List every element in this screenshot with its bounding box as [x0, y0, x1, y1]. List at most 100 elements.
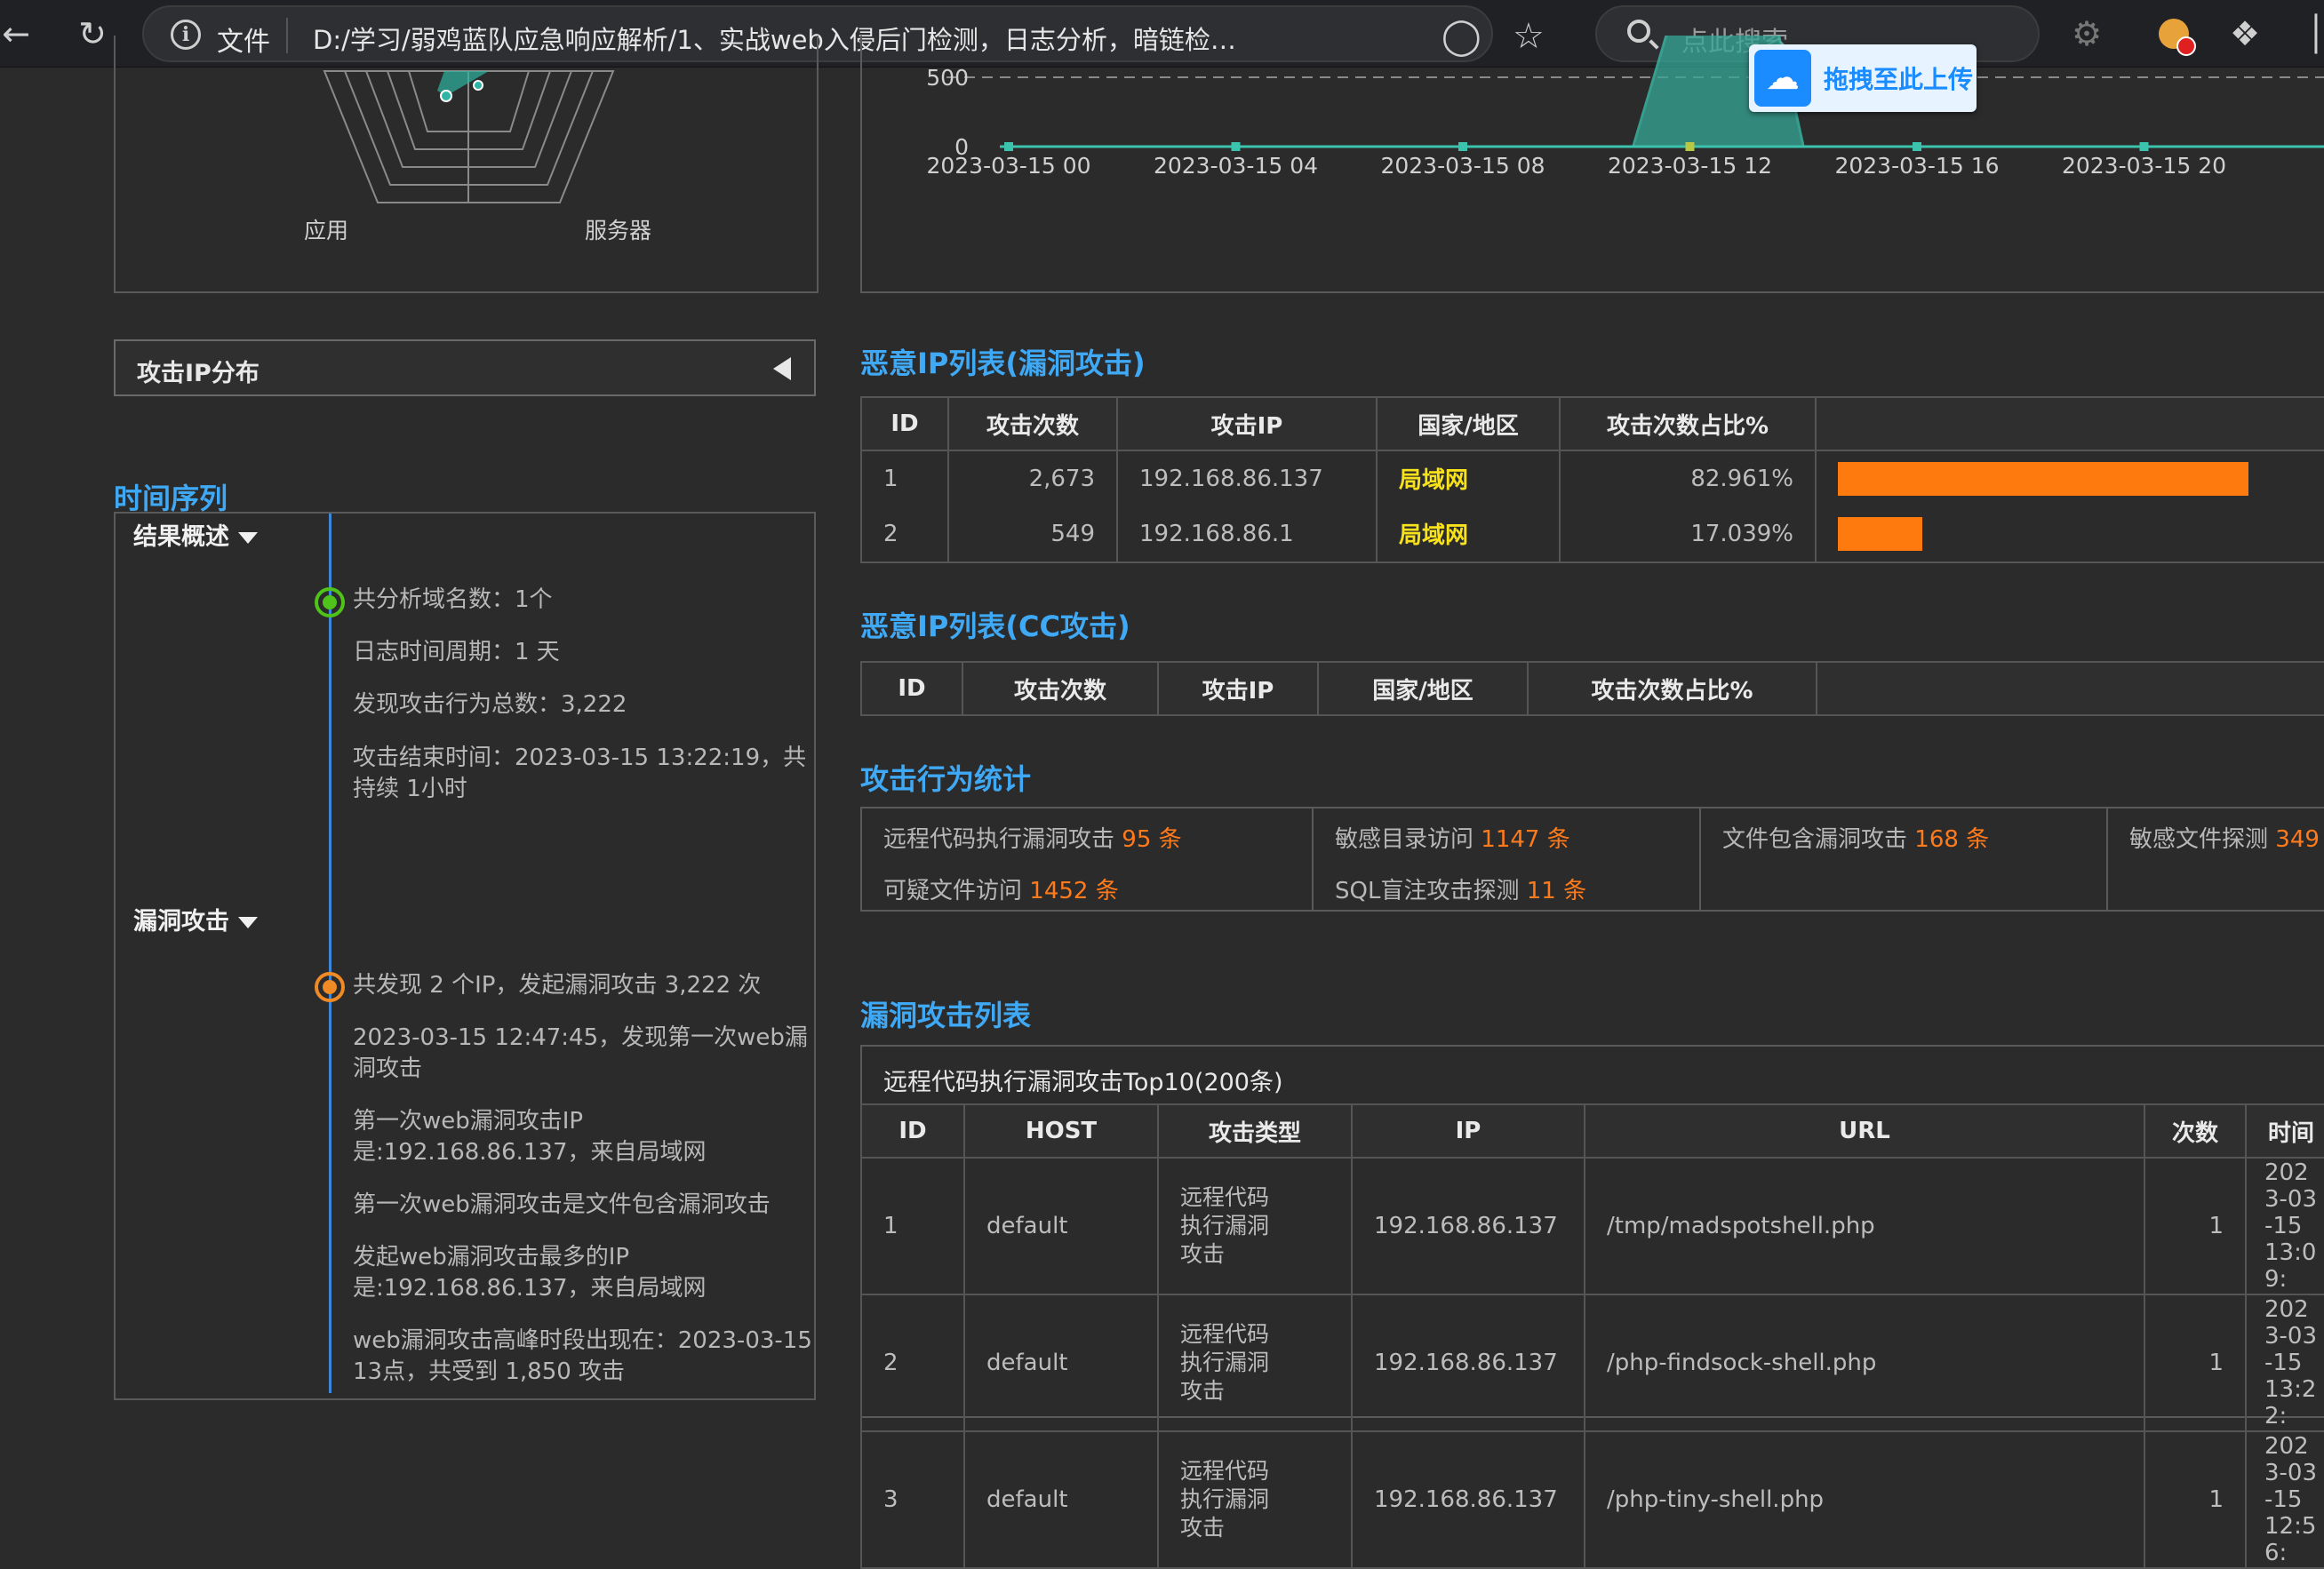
cell-url[interactable]: /php-tiny-shell.php: [1584, 1430, 2145, 1569]
x-tick-label: 2023-03-15 00: [926, 153, 1090, 179]
stat-value: 1452 条: [1029, 878, 1119, 904]
cell-count: 1: [2144, 1294, 2247, 1432]
col-bar: [1816, 661, 2324, 716]
radar-label-app: 应用: [304, 218, 349, 243]
stat-label: 敏感目录访问: [1335, 826, 1474, 853]
collapse-arrow-icon[interactable]: [773, 357, 791, 380]
stat-value: 349 条: [2275, 826, 2324, 853]
stat-column: 文件包含漏洞攻击 168 条: [1701, 808, 2108, 910]
malicious-vuln-title: 恶意IP列表(漏洞攻击): [860, 346, 1146, 380]
back-icon[interactable]: ←: [0, 11, 39, 57]
cell-host: default: [963, 1430, 1159, 1569]
col-region: 国家/地区: [1317, 661, 1529, 716]
data-point: [1004, 142, 1013, 151]
col-count: 攻击次数: [962, 661, 1159, 716]
table-header-row: ID HOST 攻击类型 IP URL 次数 时间: [860, 1103, 2324, 1159]
stat-column: 敏感文件探测 349 条: [2108, 808, 2324, 910]
malicious-cc-table: ID 攻击次数 攻击IP 国家/地区 攻击次数占比%: [860, 661, 2324, 716]
cell-pct: 17.039%: [1559, 506, 1817, 563]
data-point: [2139, 142, 2149, 151]
caret-down-icon: [238, 917, 258, 928]
malicious-vuln-table: ID 攻击次数 攻击IP 国家/地区 攻击次数占比% 1 2,673 192.1…: [860, 396, 2324, 563]
radar-label-server: 服务器: [585, 218, 652, 243]
cell-type: 远程代码执行漏洞攻击: [1157, 1157, 1353, 1295]
vuln-list-table: ID HOST 攻击类型 IP URL 次数 时间 1 default 远程代码…: [860, 1103, 2324, 1569]
summary-item: 共分析域名数：1个: [353, 586, 553, 613]
stat-suspicious-file: 可疑文件访问 1452 条: [883, 872, 1119, 905]
cell-time: 2023-03-15 12:56:: [2245, 1430, 2324, 1569]
cell-id: 1: [860, 450, 949, 506]
col-ip: IP: [1351, 1103, 1585, 1159]
upload-badge-label: 拖拽至此上传: [1824, 65, 1974, 94]
stat-sensitive-dir: 敏感目录访问 1147 条: [1335, 821, 1570, 854]
timeseries-chart-panel: 1,00050002023-03-15 002023-03-15 042023-…: [860, 36, 2324, 293]
cell-pct: 82.961%: [1559, 450, 1817, 506]
attack-ip-distribution-toggle[interactable]: 攻击IP分布: [114, 339, 816, 396]
table-header-row: ID 攻击次数 攻击IP 国家/地区 攻击次数占比%: [860, 661, 2324, 716]
cell-id: 3: [860, 1430, 965, 1569]
radar-chart: [323, 70, 615, 203]
col-host: HOST: [963, 1103, 1159, 1159]
stat-value: 168 条: [1914, 826, 1990, 853]
cell-type-text: 远程代码执行漏洞攻击: [1180, 1458, 1270, 1541]
stat-label: 敏感文件探测: [2129, 826, 2269, 853]
summary-toggle[interactable]: 结果概述: [133, 517, 258, 552]
cell-count: 549: [947, 506, 1118, 563]
col-region: 国家/地区: [1376, 396, 1561, 451]
cell-ip: 192.168.86.137: [1116, 450, 1378, 506]
stat-value: 95 条: [1122, 826, 1182, 853]
table-header-row: ID 攻击次数 攻击IP 国家/地区 攻击次数占比%: [860, 396, 2324, 451]
radar-chart-panel: 应用 服务器: [114, 36, 819, 293]
stat-value: 11 条: [1526, 878, 1587, 904]
vuln-attack-title: 漏洞攻击: [133, 908, 229, 936]
x-tick-label: 2023-03-15 08: [1380, 153, 1545, 179]
col-id: ID: [860, 396, 949, 451]
cell-count: 2,673: [947, 450, 1118, 506]
col-type: 攻击类型: [1157, 1103, 1353, 1159]
x-tick-label: 2023-03-15 04: [1154, 153, 1318, 179]
cell-bar: [1815, 450, 2324, 506]
data-point: [1458, 142, 1467, 151]
cell-time-text: 2023-03-15 12:56:: [2264, 1433, 2318, 1566]
malicious-cc-title: 恶意IP列表(CC攻击): [860, 609, 1130, 643]
summary-title: 结果概述: [133, 523, 229, 551]
col-ip: 攻击IP: [1157, 661, 1319, 716]
stat-column: 敏感目录访问 1147 条 SQL盲注攻击探测 11 条: [1314, 808, 1701, 910]
stat-label: 文件包含漏洞攻击: [1722, 826, 1908, 853]
cell-type-text: 远程代码执行漏洞攻击: [1180, 1184, 1270, 1267]
cell-time-text: 2023-03-15 13:22:: [2264, 1296, 2318, 1430]
cell-url[interactable]: /tmp/madspotshell.php: [1584, 1157, 2145, 1295]
summary-item: 日志时间周期：1 天: [353, 639, 560, 665]
col-pct: 攻击次数占比%: [1559, 396, 1817, 451]
vuln-list-panel: 远程代码执行漏洞攻击Top10(200条) ID HOST 攻击类型 IP UR…: [860, 1045, 2324, 1569]
reload-icon[interactable]: ↻: [69, 11, 116, 57]
col-pct: 攻击次数占比%: [1527, 661, 1817, 716]
timeline-dot-orange: [315, 972, 345, 1002]
table-row: 2 default 远程代码执行漏洞攻击 192.168.86.137 /php…: [860, 1294, 2324, 1432]
col-id: ID: [860, 1103, 965, 1159]
vuln-item: 第一次web漏洞攻击IP是:192.168.86.137，来自局域网: [353, 1108, 707, 1166]
cell-type: 远程代码执行漏洞攻击: [1157, 1294, 1353, 1432]
upload-badge[interactable]: ☁ 拖拽至此上传: [1749, 44, 1977, 112]
x-tick-label: 2023-03-15 20: [2062, 153, 2226, 179]
col-count: 攻击次数: [947, 396, 1118, 451]
timeline-dot-center: [323, 980, 337, 994]
cell-url[interactable]: /php-findsock-shell.php: [1584, 1294, 2145, 1432]
vuln-list-title: 漏洞攻击列表: [860, 999, 1032, 1032]
cell-region: 局域网: [1376, 450, 1561, 506]
vuln-item: 第一次web漏洞攻击是文件包含漏洞攻击: [353, 1191, 771, 1218]
cell-host: default: [963, 1157, 1159, 1295]
timeline-axis-line: [329, 514, 331, 1393]
col-bar: [1815, 396, 2324, 451]
vuln-item: 2023-03-15 12:47:45，发现第一次web漏洞攻击: [353, 1024, 808, 1082]
vuln-item: 发起web漏洞攻击最多的IP是:192.168.86.137，来自局域网: [353, 1244, 707, 1302]
cell-region: 局域网: [1376, 506, 1561, 563]
cell-time: 2023-03-15 13:09:: [2245, 1157, 2324, 1295]
stat-rce: 远程代码执行漏洞攻击 95 条: [883, 821, 1182, 854]
col-time: 时间: [2245, 1103, 2324, 1159]
vuln-item: web漏洞攻击高峰时段出现在：2023-03-15 13点，共受到 1,850 …: [353, 1327, 812, 1385]
vuln-attack-toggle[interactable]: 漏洞攻击: [133, 902, 258, 936]
cell-id: 2: [860, 506, 949, 563]
cell-time-text: 2023-03-15 13:09:: [2264, 1159, 2318, 1293]
table-row: 1 2,673 192.168.86.137 局域网 82.961%: [860, 450, 2324, 506]
